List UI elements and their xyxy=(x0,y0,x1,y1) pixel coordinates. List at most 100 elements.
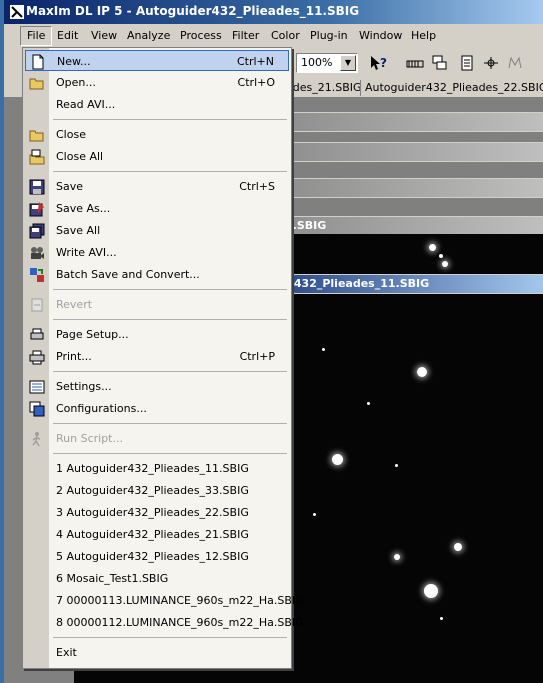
tile-icon[interactable] xyxy=(428,53,450,73)
menu-item-configurations[interactable]: Configurations... xyxy=(25,398,289,419)
menu-item-label: Settings... xyxy=(56,380,112,393)
menu-item-recent-7[interactable]: 7 00000113.LUMINANCE_960s_m22_Ha.SBIG xyxy=(25,590,304,611)
zoom-value: 100% xyxy=(301,56,333,69)
menu-view[interactable]: View xyxy=(85,27,123,45)
menu-item-label: New... xyxy=(57,55,91,68)
menu-item-run-script[interactable]: Run Script... xyxy=(25,428,289,449)
menu-item-label: Open... xyxy=(56,76,96,89)
menu-item-recent-4[interactable]: 4 Autoguider432_Plieades_21.SBIG xyxy=(25,524,289,545)
menu-item-write-avi[interactable]: Write AVI... xyxy=(25,242,289,263)
star xyxy=(367,402,370,405)
menu-item-label: Run Script... xyxy=(56,432,123,445)
star xyxy=(429,244,436,251)
menu-color[interactable]: Color xyxy=(265,27,306,45)
film-camera-icon xyxy=(31,247,44,259)
document-icon[interactable] xyxy=(456,53,478,73)
measure-icon[interactable] xyxy=(480,53,502,73)
star xyxy=(395,464,398,467)
revert-icon xyxy=(31,298,43,312)
menu-item-label: 2 Autoguider432_Plieades_33.SBIG xyxy=(56,484,249,497)
menu-item-label: Print... xyxy=(56,350,92,363)
menu-item-print[interactable]: Print... Ctrl+P xyxy=(25,346,289,367)
open-folder-icon xyxy=(29,78,44,90)
star xyxy=(417,367,427,377)
menu-help[interactable]: Help xyxy=(405,27,442,45)
menu-item-shortcut: Ctrl+P xyxy=(239,350,275,363)
menu-item-batch-save[interactable]: Batch Save and Convert... xyxy=(25,264,289,285)
title-bar: MaxIm DL IP 5 - Autoguider432_Plieades_1… xyxy=(4,0,543,24)
menu-item-shortcut: Ctrl+S xyxy=(239,180,275,193)
star xyxy=(442,261,448,267)
menu-item-recent-3[interactable]: 3 Autoguider432_Plieades_22.SBIG xyxy=(25,502,289,523)
menu-item-save[interactable]: Save Ctrl+S xyxy=(25,176,289,197)
chevron-down-icon[interactable]: ▼ xyxy=(340,55,356,71)
star xyxy=(394,554,400,560)
save-as-icon xyxy=(29,202,44,217)
menu-item-label: Save xyxy=(56,180,84,193)
menu-window[interactable]: Window xyxy=(353,27,408,45)
tab-plieades-21[interactable]: ades_21.SBIG xyxy=(281,80,366,96)
tab-plieades-22[interactable]: Autoguider432_Plieades_22.SBIG xyxy=(360,80,543,96)
menu-item-recent-2[interactable]: 2 Autoguider432_Plieades_33.SBIG xyxy=(25,480,289,501)
menu-item-label: 5 Autoguider432_Plieades_12.SBIG xyxy=(56,550,249,563)
menu-item-label: Configurations... xyxy=(56,402,147,415)
star xyxy=(424,584,438,598)
menu-plugin[interactable]: Plug-in xyxy=(304,27,354,45)
menu-analyze[interactable]: Analyze xyxy=(121,27,176,45)
mark-icon[interactable] xyxy=(504,53,526,73)
run-script-icon xyxy=(32,432,41,447)
menu-item-label: Write AVI... xyxy=(56,246,117,259)
menu-item-settings[interactable]: Settings... xyxy=(25,376,289,397)
star xyxy=(322,348,325,351)
menu-item-close-all[interactable]: Close All xyxy=(25,146,289,167)
menu-item-label: Exit xyxy=(56,646,77,659)
menu-item-recent-8[interactable]: 8 00000112.LUMINANCE_960s_m22_Ha.SBIG xyxy=(25,612,304,633)
menu-separator xyxy=(53,171,287,172)
menu-item-recent-1[interactable]: 1 Autoguider432_Plieades_11.SBIG xyxy=(25,458,289,479)
menu-item-exit[interactable]: Exit xyxy=(25,642,289,663)
menu-separator xyxy=(53,319,287,320)
batch-convert-icon xyxy=(30,268,44,282)
settings-icon xyxy=(29,380,45,394)
menu-item-recent-5[interactable]: 5 Autoguider432_Plieades_12.SBIG xyxy=(25,546,289,567)
menu-item-label: Batch Save and Convert... xyxy=(56,268,200,281)
menu-item-shortcut: Ctrl+N xyxy=(236,55,274,68)
menu-item-label: Read AVI... xyxy=(56,98,116,111)
close-all-icon xyxy=(29,149,45,165)
menu-item-close[interactable]: Close xyxy=(25,124,289,145)
configurations-icon xyxy=(29,401,45,417)
menu-item-label: 6 Mosaic_Test1.SBIG xyxy=(56,572,169,585)
menu-item-save-as[interactable]: Save As... xyxy=(25,198,289,219)
menu-edit[interactable]: Edit xyxy=(51,27,84,45)
menu-item-new[interactable]: New... Ctrl+N xyxy=(25,50,289,71)
active-window-title-text: er432_Plieades_11.SBIG xyxy=(281,277,430,290)
menu-item-recent-6[interactable]: 6 Mosaic_Test1.SBIG xyxy=(25,568,289,589)
menu-item-label: Save As... xyxy=(56,202,111,215)
menu-item-open[interactable]: Open... Ctrl+O xyxy=(25,72,289,93)
menu-bar: File Edit View Analyze Process Filter Co… xyxy=(4,26,543,47)
menu-item-revert[interactable]: Revert xyxy=(25,294,289,315)
menu-process[interactable]: Process xyxy=(174,27,228,45)
menu-separator xyxy=(53,371,287,372)
menu-separator xyxy=(53,119,287,120)
star xyxy=(439,254,443,258)
zoom-combo[interactable]: 100% ▼ xyxy=(296,53,358,73)
menu-file[interactable]: File xyxy=(20,26,53,46)
histogram-icon[interactable] xyxy=(404,53,426,73)
menu-item-read-avi[interactable]: Read AVI... xyxy=(25,94,289,115)
menu-filter[interactable]: Filter xyxy=(226,27,265,45)
menu-item-label: Close xyxy=(56,128,86,141)
close-folder-icon xyxy=(29,130,44,142)
menu-item-page-setup[interactable]: Page Setup... xyxy=(25,324,289,345)
menu-item-save-all[interactable]: Save All xyxy=(25,220,289,241)
page-setup-icon xyxy=(30,328,44,340)
save-all-icon xyxy=(29,223,45,239)
context-help-icon[interactable]: ? xyxy=(368,53,390,73)
app-window: MaxIm DL IP 5 - Autoguider432_Plieades_1… xyxy=(4,0,543,683)
menu-item-label: 8 00000112.LUMINANCE_960s_m22_Ha.SBIG xyxy=(56,616,304,629)
menu-item-label: Revert xyxy=(56,298,93,311)
menu-item-label: Page Setup... xyxy=(56,328,129,341)
menu-item-label: 1 Autoguider432_Plieades_11.SBIG xyxy=(56,462,249,475)
menu-separator xyxy=(53,289,287,290)
star xyxy=(313,513,316,516)
